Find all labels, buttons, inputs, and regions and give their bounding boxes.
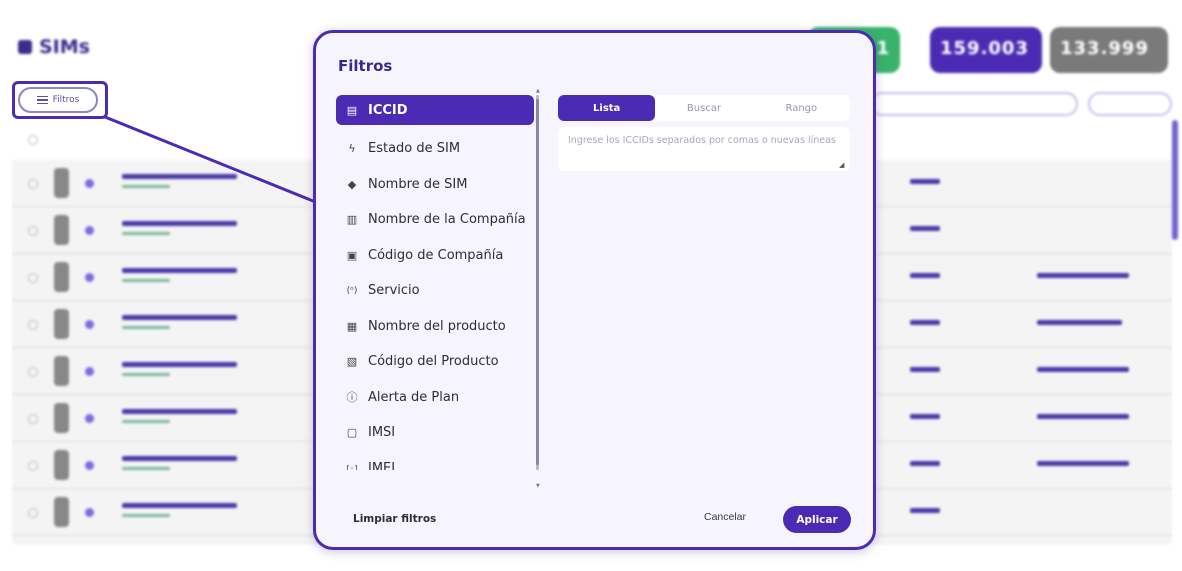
filter-field-menu: ▤ ICCID ϟ Estado de SIM ◆ Nombre de SIM …: [336, 95, 534, 470]
clear-filters-link[interactable]: Limpiar filtros: [353, 513, 436, 525]
filter-item-label: Nombre de SIM: [368, 176, 468, 192]
filter-item-imsi[interactable]: ▢ IMSI: [336, 415, 534, 451]
alert-icon: ⓘ: [346, 391, 358, 405]
scan-icon: [◦]: [346, 463, 358, 470]
filter-item-label: Código del Producto: [368, 354, 499, 370]
filters-modal: Filtros ▤ ICCID ϟ Estado de SIM ◆ Nombre…: [313, 30, 876, 550]
filter-item-imei[interactable]: [◦] IMEI: [336, 451, 534, 470]
tab-rango[interactable]: Rango: [753, 95, 850, 121]
filter-item-label: Alerta de Plan: [368, 389, 460, 405]
filter-item-label: IMEI: [368, 460, 396, 470]
filter-item-sim-name[interactable]: ◆ Nombre de SIM: [336, 167, 534, 203]
gift-icon: ▦: [346, 319, 358, 333]
apply-button[interactable]: Aplicar: [783, 506, 851, 533]
filter-item-plan-alert[interactable]: ⓘ Alerta de Plan: [336, 380, 534, 416]
menu-scrollbar[interactable]: [536, 95, 539, 470]
modal-title: Filtros: [338, 57, 393, 75]
document-icon: ▤: [346, 103, 358, 117]
filter-item-product-code[interactable]: ▧ Código del Producto: [336, 344, 534, 380]
lightning-icon: ϟ: [348, 142, 356, 156]
filter-item-label: Servicio: [368, 283, 420, 299]
filter-item-label: Nombre del producto: [368, 318, 506, 334]
filter-item-iccid[interactable]: ▤ ICCID: [336, 95, 534, 125]
filter-item-product-name[interactable]: ▦ Nombre del producto: [336, 309, 534, 345]
filter-item-label: IMSI: [368, 425, 396, 441]
menu-scrollbar-thumb[interactable]: [536, 99, 539, 465]
tab-buscar[interactable]: Buscar: [655, 95, 752, 121]
filter-item-service[interactable]: (ᵒ) Servicio: [336, 273, 534, 309]
tag-icon: ◆: [347, 177, 357, 191]
filter-item-label: Estado de SIM: [368, 141, 461, 157]
cancel-button[interactable]: Cancelar: [704, 511, 746, 523]
filter-item-label: Nombre de la Compañía: [368, 212, 526, 228]
resize-handle-icon[interactable]: ◢: [839, 161, 844, 169]
tab-lista[interactable]: Lista: [558, 95, 656, 121]
filter-item-company-name[interactable]: ▥ Nombre de la Compañía: [336, 202, 534, 238]
filter-item-company-code[interactable]: ▣ Código de Compañía: [336, 238, 534, 274]
scroll-down-icon[interactable]: ▼: [536, 483, 540, 489]
filter-item-label: ICCID: [368, 102, 408, 118]
broadcast-icon: (ᵒ): [346, 285, 358, 296]
company-code-icon: ▣: [346, 248, 358, 262]
scroll-up-icon[interactable]: ▲: [536, 88, 540, 94]
iccid-list-input[interactable]: [558, 127, 850, 171]
filter-mode-tabs: Lista Buscar Rango: [558, 95, 850, 121]
filter-item-label: Código de Compañía: [368, 247, 504, 263]
chat-icon: ▢: [346, 426, 358, 440]
building-icon: ▥: [346, 213, 358, 227]
barcode-icon: ▧: [346, 355, 358, 369]
filter-item-sim-status[interactable]: ϟ Estado de SIM: [336, 131, 534, 167]
